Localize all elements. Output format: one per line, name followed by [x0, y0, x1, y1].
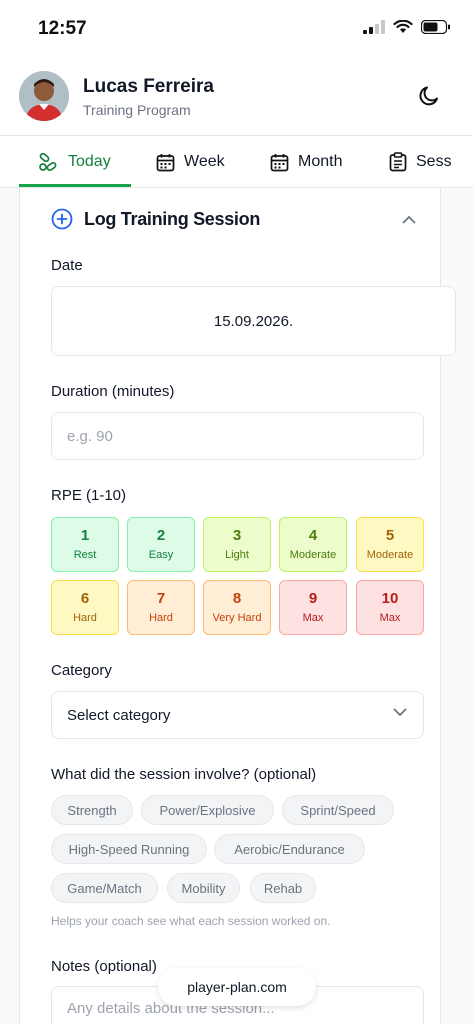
rpe-option-5[interactable]: 5 Moderate [356, 517, 424, 572]
session-type-chips: Strength Power/Explosive Sprint/Speed Hi… [51, 795, 431, 907]
helper-text: Helps your coach see what each session w… [51, 914, 331, 928]
rpe-option-3[interactable]: 3 Light [203, 517, 271, 572]
avatar[interactable] [19, 71, 69, 121]
rpe-number: 10 [381, 590, 399, 607]
status-bar: 12:57 [0, 0, 473, 62]
battery-icon [421, 20, 450, 34]
moon-icon [419, 86, 438, 106]
rpe-option-6[interactable]: 6 Hard [51, 580, 119, 635]
signal-icon [363, 20, 385, 34]
rpe-number: 2 [156, 527, 166, 544]
chip-strength[interactable]: Strength [51, 795, 133, 825]
rpe-number: 7 [156, 590, 166, 607]
rpe-number: 3 [232, 527, 242, 544]
rpe-option-10[interactable]: 10 Max [356, 580, 424, 635]
url-bar[interactable]: player-plan.com [158, 968, 316, 1006]
tab-label: Month [298, 153, 343, 170]
rpe-number: 6 [80, 590, 90, 607]
tab-today[interactable]: Today [38, 136, 111, 187]
status-time: 12:57 [38, 18, 87, 39]
log-session-card: Log Training Session Date 15.09.2026. Du… [19, 188, 456, 1024]
notes-label: Notes (optional) [51, 958, 157, 975]
rpe-description: Easy [148, 549, 174, 561]
chip-game-match[interactable]: Game/Match [51, 873, 158, 903]
rpe-description: Very Hard [212, 612, 262, 624]
rpe-number: 8 [232, 590, 242, 607]
rpe-option-9[interactable]: 9 Max [279, 580, 347, 635]
tab-label: Week [184, 153, 225, 170]
rpe-number: 4 [308, 527, 318, 544]
rpe-description: Light [225, 549, 249, 561]
rpe-option-1[interactable]: 1 Rest [51, 517, 119, 572]
clipboard-icon [389, 152, 407, 172]
rpe-grid: 1 Rest 2 Easy 3 Light 4 Moderate 5 Moderate 6 Hard 7… [51, 517, 425, 635]
tab-bar: Today Week Month Sess [0, 135, 473, 188]
card-header[interactable]: Log Training Session [51, 206, 420, 232]
rpe-option-8[interactable]: 8 Very Hard [203, 580, 271, 635]
chevron-up-icon [402, 215, 416, 223]
calendar-icon [156, 153, 175, 171]
rpe-number: 5 [385, 527, 395, 544]
category-label: Category [51, 662, 112, 679]
chip-aerobic-endurance[interactable]: Aerobic/Endurance [214, 834, 365, 864]
card-title: Log Training Session [84, 208, 261, 229]
tab-sessions[interactable]: Sess [389, 136, 452, 187]
tab-label: Today [68, 153, 111, 170]
wifi-icon [393, 20, 413, 33]
pills-icon [39, 152, 57, 171]
date-label: Date [51, 257, 83, 274]
plus-circle-icon [51, 208, 73, 230]
rpe-label: RPE (1-10) [51, 487, 127, 504]
user-name: Lucas Ferreira [83, 76, 214, 97]
rpe-option-2[interactable]: 2 Easy [127, 517, 195, 572]
rpe-description: Max [302, 612, 324, 624]
rpe-description: Hard [149, 612, 173, 624]
duration-input[interactable]: e.g. 90 [51, 412, 424, 460]
category-value: Select category [67, 706, 171, 724]
tab-month[interactable]: Month [270, 136, 343, 187]
rpe-number: 9 [308, 590, 318, 607]
calendar-icon [270, 153, 289, 171]
chip-power-explosive[interactable]: Power/Explosive [141, 795, 274, 825]
chip-high-speed-running[interactable]: High-Speed Running [51, 834, 207, 864]
chevron-down-icon [393, 708, 407, 716]
user-subtitle: Training Program [83, 102, 191, 118]
rpe-description: Rest [73, 549, 97, 561]
chip-rehab[interactable]: Rehab [250, 873, 316, 903]
tab-label: Sess [416, 153, 452, 170]
rpe-description: Hard [73, 612, 97, 624]
category-select[interactable]: Select category [51, 691, 424, 739]
involve-label: What did the session involve? (optional) [51, 766, 317, 783]
duration-label: Duration (minutes) [51, 383, 175, 400]
rpe-number: 1 [80, 527, 90, 544]
app-header: Lucas Ferreira Training Program [0, 62, 473, 135]
status-icons [363, 20, 451, 34]
theme-toggle-button[interactable] [415, 82, 443, 110]
active-tab-indicator [19, 184, 131, 187]
chip-sprint-speed[interactable]: Sprint/Speed [282, 795, 394, 825]
chip-mobility[interactable]: Mobility [167, 873, 240, 903]
date-field[interactable]: 15.09.2026. [51, 286, 456, 356]
rpe-option-7[interactable]: 7 Hard [127, 580, 195, 635]
rpe-option-4[interactable]: 4 Moderate [279, 517, 347, 572]
tab-week[interactable]: Week [156, 136, 225, 187]
rpe-description: Max [379, 612, 401, 624]
rpe-description: Moderate [289, 549, 337, 561]
rpe-description: Moderate [366, 549, 414, 561]
collapse-button[interactable] [398, 208, 420, 230]
